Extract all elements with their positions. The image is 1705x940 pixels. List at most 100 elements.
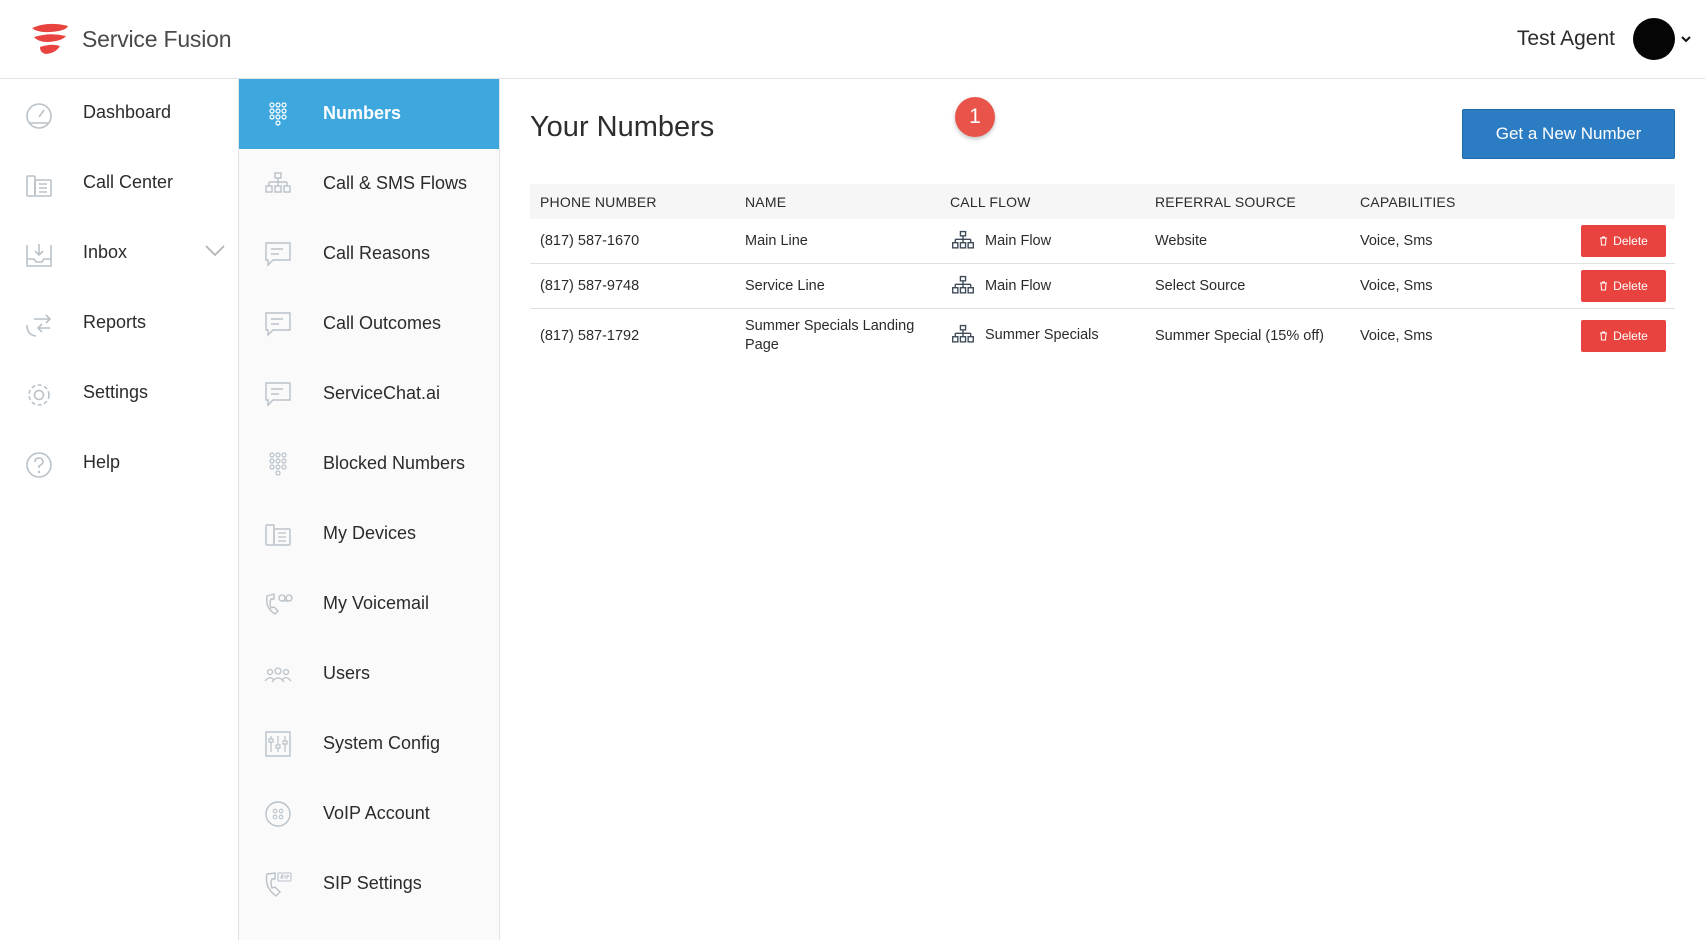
chat-icon bbox=[265, 242, 291, 267]
subnav: Numbers Call & SMS Flows Call Reasons Ca… bbox=[239, 79, 500, 940]
delete-label: Delete bbox=[1613, 329, 1648, 343]
sidebar-item-label: Call Center bbox=[83, 172, 174, 192]
column-header-name[interactable]: NAME bbox=[745, 194, 786, 210]
delete-button[interactable]: Delete bbox=[1581, 320, 1666, 352]
service-fusion-logo-icon bbox=[32, 23, 68, 54]
keypad-icon bbox=[269, 452, 287, 476]
numbers-table: PHONE NUMBER NAME CALL FLOW REFERRAL SOU… bbox=[530, 184, 1675, 363]
flow-icon bbox=[952, 230, 974, 249]
help-icon bbox=[26, 452, 52, 478]
config-icon bbox=[265, 731, 291, 757]
subnav-item-label: SIP Settings bbox=[323, 873, 422, 893]
subnav-item-label: Call Reasons bbox=[323, 243, 431, 263]
sidebar-item-inbox[interactable]: Inbox bbox=[0, 219, 239, 289]
subnav-item-label: Call & SMS Flows bbox=[323, 173, 468, 193]
main-content: Your Numbers 1 Get a New Number PHONE NU… bbox=[500, 79, 1705, 940]
table-header: PHONE NUMBER NAME CALL FLOW REFERRAL SOU… bbox=[530, 184, 1675, 219]
subnav-item-voip-account[interactable]: VoIP Account bbox=[239, 779, 499, 849]
number-name: Main Line bbox=[745, 233, 808, 249]
table-row[interactable]: (817) 587-1670 Main Line Main Flow Websi… bbox=[530, 219, 1675, 264]
subnav-item-my-voicemail[interactable]: My Voicemail bbox=[239, 569, 499, 639]
sidebar-item-call-center[interactable]: Call Center bbox=[0, 149, 239, 219]
logo[interactable]: Service Fusion bbox=[28, 22, 232, 56]
call-flow-label: Summer Specials bbox=[985, 327, 1099, 343]
call-flow[interactable]: Main Flow bbox=[950, 229, 1051, 253]
voicemail-icon bbox=[265, 593, 293, 615]
page-title: Your Numbers bbox=[530, 111, 715, 143]
sidebar: Dashboard Call Center Inbox Reports Sett… bbox=[0, 79, 239, 940]
devices-icon bbox=[265, 524, 291, 546]
sidebar-item-reports[interactable]: Reports bbox=[0, 289, 239, 359]
call-flow[interactable]: Summer Specials bbox=[950, 323, 1099, 347]
subnav-item-call-outcomes[interactable]: Call Outcomes bbox=[239, 289, 499, 359]
phone-number: (817) 587-9748 bbox=[540, 278, 640, 294]
sidebar-item-label: Inbox bbox=[83, 242, 128, 262]
column-header-referral[interactable]: REFERRAL SOURCE bbox=[1155, 194, 1296, 210]
subnav-item-blocked-numbers[interactable]: Blocked Numbers bbox=[239, 429, 499, 499]
subnav-item-label: System Config bbox=[323, 733, 441, 753]
flow-icon bbox=[952, 275, 974, 294]
delete-label: Delete bbox=[1613, 279, 1648, 293]
column-header-phone[interactable]: PHONE NUMBER bbox=[540, 194, 657, 210]
sidebar-item-help[interactable]: Help bbox=[0, 429, 239, 499]
call-flow-label: Main Flow bbox=[985, 233, 1052, 249]
top-bar: Service Fusion Test Agent bbox=[0, 0, 1705, 79]
table-row[interactable]: (817) 587-9748 Service Line Main Flow Se… bbox=[530, 264, 1675, 309]
number-name: Service Line bbox=[745, 278, 825, 294]
table-row[interactable]: (817) 587-1792 Summer Specials Landing P… bbox=[530, 309, 1675, 363]
sidebar-item-dashboard[interactable]: Dashboard bbox=[0, 79, 239, 149]
keypad-icon bbox=[269, 102, 287, 126]
sidebar-item-label: Dashboard bbox=[83, 102, 172, 122]
phone-number: (817) 587-1670 bbox=[540, 233, 640, 249]
subnav-item-system-config[interactable]: System Config bbox=[239, 709, 499, 779]
subnav-item-label: Blocked Numbers bbox=[323, 453, 466, 473]
gear-icon bbox=[28, 384, 50, 406]
delete-label: Delete bbox=[1613, 234, 1648, 248]
delete-button[interactable]: Delete bbox=[1581, 225, 1666, 257]
flow-icon bbox=[952, 324, 974, 343]
user-name: Test Agent bbox=[1516, 27, 1615, 50]
referral-source: Summer Special (15% off) bbox=[1155, 328, 1324, 344]
subnav-item-label: My Voicemail bbox=[323, 593, 430, 613]
get-new-number-button[interactable]: Get a New Number bbox=[1462, 109, 1675, 159]
column-header-call-flow[interactable]: CALL FLOW bbox=[950, 194, 1031, 210]
subnav-item-sip-settings[interactable]: SIP Settings bbox=[239, 849, 499, 919]
inbox-icon bbox=[26, 244, 52, 267]
phone-number: (817) 587-1792 bbox=[540, 328, 640, 344]
user-menu[interactable]: Test Agent bbox=[1517, 18, 1691, 60]
sip-icon bbox=[265, 872, 292, 897]
sidebar-item-label: Settings bbox=[83, 382, 149, 402]
call-flow-label: Main Flow bbox=[985, 278, 1052, 294]
delete-button[interactable]: Delete bbox=[1581, 270, 1666, 302]
trash-icon bbox=[1600, 281, 1608, 291]
subnav-item-numbers[interactable]: Numbers bbox=[239, 79, 499, 149]
chevron-down-icon[interactable] bbox=[205, 245, 225, 257]
reports-icon bbox=[26, 314, 52, 337]
subnav-item-users[interactable]: Users bbox=[239, 639, 499, 709]
sidebar-item-settings[interactable]: Settings bbox=[0, 359, 239, 429]
subnav-item-call-sms-flows[interactable]: Call & SMS Flows bbox=[239, 149, 499, 219]
subnav-item-my-devices[interactable]: My Devices bbox=[239, 499, 499, 569]
avatar[interactable] bbox=[1633, 18, 1675, 60]
call-center-icon bbox=[26, 175, 52, 197]
subnav-item-label: VoIP Account bbox=[323, 803, 430, 823]
call-flow[interactable]: Main Flow bbox=[950, 274, 1051, 298]
referral-source: Website bbox=[1155, 233, 1208, 249]
number-name: Summer Specials Landing Page bbox=[745, 318, 915, 353]
trash-icon bbox=[1600, 331, 1608, 341]
dashboard-icon bbox=[26, 103, 52, 129]
subnav-item-call-reasons[interactable]: Call Reasons bbox=[239, 219, 499, 289]
column-header-capabilities[interactable]: CAPABILITIES bbox=[1360, 194, 1456, 210]
users-icon bbox=[264, 667, 292, 683]
step-badge: 1 bbox=[955, 97, 995, 137]
voip-icon bbox=[265, 801, 291, 827]
app-name: Service Fusion bbox=[82, 25, 232, 52]
sidebar-item-label: Help bbox=[83, 452, 121, 472]
subnav-item-label: Numbers bbox=[323, 103, 402, 123]
capabilities: Voice, Sms bbox=[1360, 278, 1433, 294]
subnav-item-servicechat[interactable]: ServiceChat.ai bbox=[239, 359, 499, 429]
chevron-down-icon[interactable] bbox=[1681, 35, 1691, 43]
capabilities: Voice, Sms bbox=[1360, 328, 1433, 344]
referral-source: Select Source bbox=[1155, 278, 1246, 294]
flow-icon bbox=[265, 172, 291, 193]
